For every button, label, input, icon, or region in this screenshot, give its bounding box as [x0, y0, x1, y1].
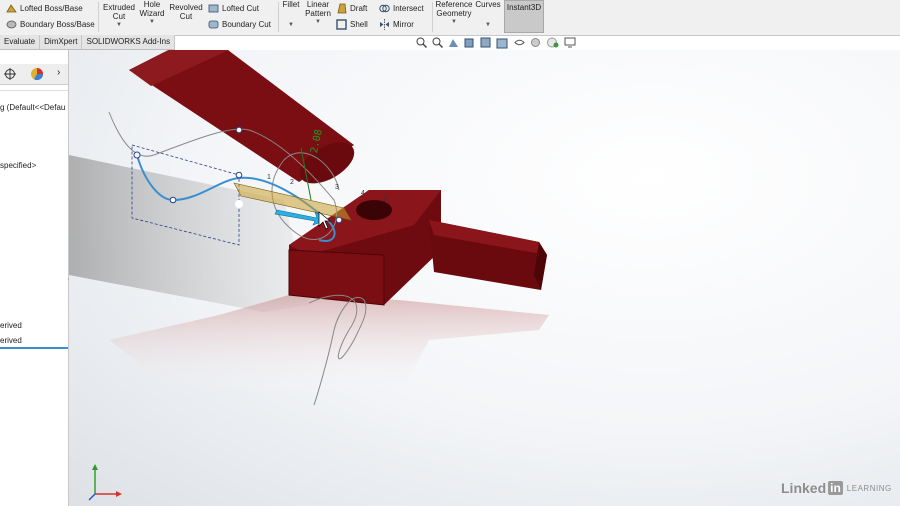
- lofted-cut-label: Lofted Cut: [222, 4, 259, 13]
- revolved-cut-button[interactable]: Revolved Cut: [168, 3, 204, 21]
- spline-point[interactable]: [335, 216, 343, 224]
- floor-reflection: [109, 295, 549, 395]
- chevron-down-icon: ▼: [485, 22, 491, 28]
- configuration-manager-icon[interactable]: [4, 68, 16, 80]
- boundary-cut-label: Boundary Cut: [222, 20, 271, 29]
- block-face: [288, 249, 385, 306]
- graphics-viewport[interactable]: 2.08 1 2 3 4 5 Linked in LEARNING: [69, 50, 900, 506]
- zoom-area-icon[interactable]: [432, 37, 443, 48]
- watermark-brand: Linked: [781, 480, 827, 496]
- extruded-cut-label: Extruded Cut: [102, 3, 136, 21]
- block-hole: [356, 200, 392, 220]
- draft-button[interactable]: Draft: [336, 3, 367, 14]
- chevron-down-icon: ▼: [116, 22, 122, 28]
- command-manager-ribbon: Lofted Boss/Base Boundary Boss/Base Extr…: [0, 0, 900, 36]
- ruler-tick-label: 3: [335, 184, 339, 191]
- linear-pattern-label: Linear Pattern: [305, 0, 331, 18]
- ruler-tick-label: 4: [361, 190, 365, 197]
- mirror-button[interactable]: Mirror: [379, 19, 414, 30]
- view-orientation-icon[interactable]: [480, 37, 491, 48]
- spline-point[interactable]: [133, 151, 141, 159]
- ruler-tick-label: 5: [383, 196, 387, 203]
- boundary-cut-icon: [208, 20, 219, 29]
- reference-geometry-label: Reference Geometry: [435, 0, 473, 18]
- boundary-cut-button[interactable]: Boundary Cut: [208, 19, 271, 30]
- chevron-down-icon: ▼: [315, 19, 321, 25]
- boundary-boss-icon: [6, 20, 17, 29]
- edit-appearance-icon[interactable]: [530, 37, 541, 48]
- shell-label: Shell: [350, 20, 368, 29]
- boundary-boss-button[interactable]: Boundary Boss/Base: [6, 19, 95, 30]
- mirror-label: Mirror: [393, 20, 414, 29]
- panel-divider: [0, 90, 68, 91]
- watermark-in-badge: in: [828, 481, 843, 495]
- ruler-tick-label: 2: [290, 179, 294, 186]
- feature-manager-panel: › g (Default<<Defau specified> erived er…: [0, 50, 70, 506]
- watermark-suffix: LEARNING: [846, 483, 892, 493]
- chevron-right-icon[interactable]: ›: [57, 67, 60, 78]
- tab-evaluate[interactable]: Evaluate: [0, 35, 41, 49]
- shell-button[interactable]: Shell: [336, 19, 368, 30]
- hole-wizard-label: Hole Wizard: [139, 0, 165, 18]
- ribbon-separator: [278, 2, 279, 32]
- curves-button[interactable]: Curves ▼: [475, 0, 501, 30]
- tab-solidworks-addins[interactable]: SOLIDWORKS Add-Ins: [82, 35, 176, 49]
- fillet-label: Fillet: [282, 0, 300, 9]
- heads-up-view-toolbar: [416, 37, 577, 50]
- extruded-cut-button[interactable]: Extruded Cut ▼: [101, 3, 137, 30]
- boundary-boss-label: Boundary Boss/Base: [20, 20, 95, 29]
- chevron-down-icon: ▼: [149, 19, 155, 25]
- ribbon-separator: [432, 2, 433, 32]
- intersect-button[interactable]: Intersect: [379, 3, 424, 14]
- configuration-text: g (Default<<Defau: [0, 103, 66, 112]
- chevron-down-icon: ▼: [451, 19, 457, 25]
- tab-dimxpert[interactable]: DimXpert: [40, 35, 83, 49]
- mirror-icon: [380, 19, 389, 30]
- hole-wizard-button[interactable]: Hole Wizard ▼: [138, 0, 166, 27]
- spline-point[interactable]: [235, 171, 243, 179]
- instant3d-label: Instant3D: [506, 3, 542, 12]
- spline-point[interactable]: [235, 126, 243, 134]
- lofted-boss-label: Lofted Boss/Base: [20, 4, 83, 13]
- lofted-cut-button[interactable]: Lofted Cut: [208, 3, 259, 14]
- linear-pattern-button[interactable]: Linear Pattern ▼: [303, 0, 333, 27]
- spline-point[interactable]: [169, 196, 177, 204]
- panel-tab-bar: ›: [0, 64, 68, 85]
- zoom-to-fit-icon[interactable]: [416, 37, 427, 48]
- fillet-button[interactable]: Fillet ▼: [281, 0, 301, 30]
- lofted-boss-icon: [6, 4, 17, 13]
- display-manager-icon[interactable]: [30, 67, 44, 81]
- selection-highlight: [0, 347, 68, 349]
- ruler-tick-label: 1: [267, 174, 271, 181]
- previous-view-icon[interactable]: [448, 37, 459, 48]
- hide-show-items-icon[interactable]: [514, 37, 525, 48]
- draft-label: Draft: [350, 4, 368, 13]
- lofted-boss-button[interactable]: Lofted Boss/Base: [6, 3, 83, 14]
- chevron-down-icon: ▼: [288, 22, 294, 28]
- tree-item-derived[interactable]: erived: [0, 321, 22, 330]
- model-scene: [69, 50, 549, 406]
- curves-label: Curves: [475, 0, 501, 9]
- revolved-cut-label: Revolved Cut: [169, 3, 203, 21]
- shell-icon: [336, 19, 347, 30]
- draft-icon: [337, 3, 347, 14]
- material-text[interactable]: specified>: [0, 161, 36, 170]
- tree-item-derived-selected[interactable]: erived: [0, 336, 22, 345]
- instant3d-button[interactable]: Instant3D: [504, 0, 544, 33]
- intersect-icon: [379, 4, 390, 13]
- command-tabs: Evaluate DimXpert SOLIDWORKS Add-Ins: [0, 35, 176, 50]
- display-style-icon[interactable]: [496, 37, 509, 50]
- lofted-cut-icon: [208, 4, 219, 13]
- orientation-triad-icon: [88, 464, 122, 501]
- view-settings-icon[interactable]: [564, 37, 577, 48]
- ribbon-separator: [98, 2, 99, 32]
- apply-scene-icon[interactable]: [546, 37, 559, 48]
- cursor-hotspot: [235, 200, 243, 208]
- intersect-label: Intersect: [393, 4, 424, 13]
- section-view-icon[interactable]: [464, 37, 475, 48]
- linkedin-learning-watermark: Linked in LEARNING: [781, 480, 892, 496]
- reference-geometry-button[interactable]: Reference Geometry ▼: [434, 0, 474, 27]
- floor-shadow: [69, 155, 309, 312]
